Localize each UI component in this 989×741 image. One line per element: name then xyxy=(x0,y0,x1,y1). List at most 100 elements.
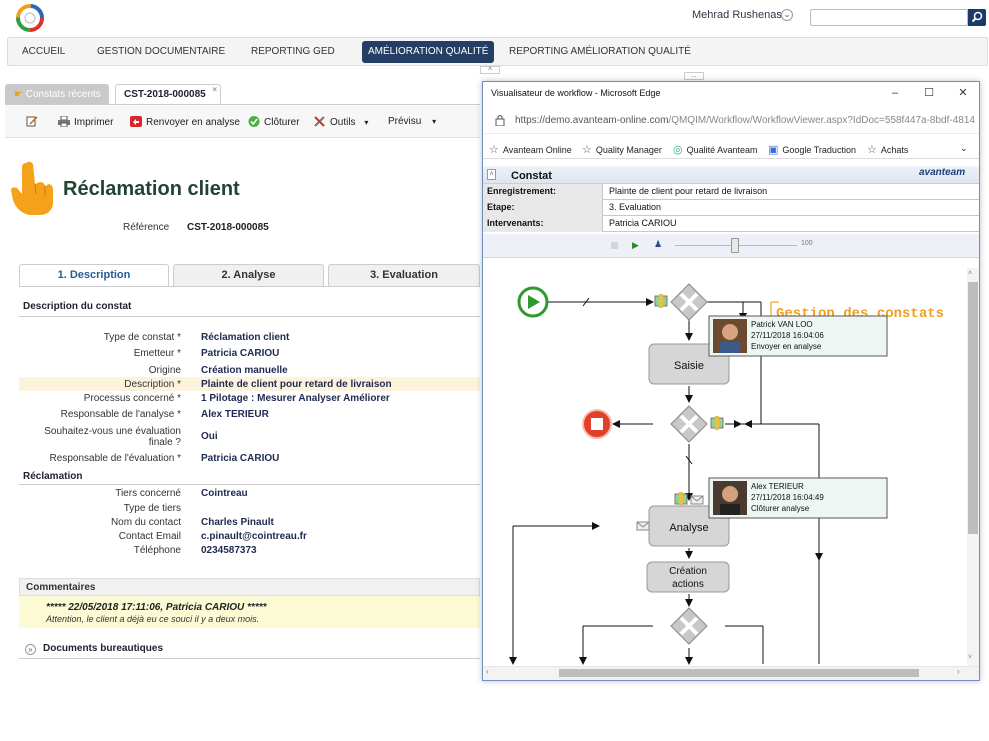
tab-current-document[interactable]: CST-2018-000085 × xyxy=(115,84,221,105)
field-label: Tiers concerné xyxy=(115,488,181,499)
stop-icon[interactable] xyxy=(611,242,618,249)
step-creation-actions[interactable]: Création actions xyxy=(646,561,730,593)
tab-evaluation[interactable]: 3. Evaluation xyxy=(328,264,480,286)
app-logo[interactable] xyxy=(16,4,44,32)
info-value: Plainte de client pour retard de livrais… xyxy=(609,186,768,196)
gateway-node[interactable] xyxy=(670,283,708,321)
star-icon: ☆ xyxy=(867,144,877,156)
check-icon xyxy=(248,116,260,127)
favorite-item[interactable]: ☆ Achats xyxy=(867,143,908,156)
printer-icon xyxy=(58,116,70,127)
expand-icon[interactable]: » xyxy=(25,644,36,655)
favorite-item[interactable]: ☆ Avanteam Online xyxy=(489,143,572,156)
horizontal-scroll-thumb[interactable] xyxy=(559,669,919,677)
favorite-item[interactable]: ▣ Google Traduction xyxy=(768,143,856,156)
field-label: Type de tiers xyxy=(123,503,181,514)
window-titlebar[interactable]: Visualisateur de workflow - Microsoft Ed… xyxy=(483,82,979,104)
scroll-left-icon[interactable]: ‹ xyxy=(486,667,489,676)
person-icon[interactable]: ♟ xyxy=(654,239,662,250)
field-label: Emetteur * xyxy=(133,348,181,359)
field-value: Cointreau xyxy=(201,488,248,499)
close-case-button[interactable]: Clôturer xyxy=(248,116,300,128)
collapse-icon[interactable]: ˄ xyxy=(487,169,496,180)
mail-icon[interactable] xyxy=(690,495,704,505)
section-title-documents[interactable]: Documents bureautiques xyxy=(43,643,163,654)
start-node[interactable] xyxy=(517,286,549,318)
tab-constats-recents[interactable]: ☛ Constats récents xyxy=(5,84,109,105)
field-label: Origine xyxy=(148,365,181,376)
reference-value: CST-2018-000085 xyxy=(187,222,269,233)
nav-item-accueil[interactable]: ACCUEIL xyxy=(16,41,71,63)
comments-header: Commentaires xyxy=(19,578,480,596)
zoom-slider-handle[interactable] xyxy=(730,238,739,253)
lock-icon xyxy=(495,115,505,126)
close-window-button[interactable]: ✕ xyxy=(956,86,970,100)
vertical-scroll-thumb[interactable] xyxy=(968,282,978,534)
preview-menu[interactable]: Prévisu ▾ xyxy=(388,116,436,127)
url-text: https://demo.avanteam-online.com/QMQIM/W… xyxy=(515,115,975,126)
nav-item-reporting-amelioration-qualite[interactable]: REPORTING AMÉLIORATION QUALITÉ xyxy=(503,41,697,63)
user-name[interactable]: Mehrad Rushenas xyxy=(692,9,782,21)
address-bar[interactable]: https://demo.avanteam-online.com/QMQIM/W… xyxy=(483,107,979,134)
scroll-up-icon[interactable]: ˄ xyxy=(968,270,972,277)
attachment-icon[interactable] xyxy=(654,294,668,308)
minimize-button[interactable]: – xyxy=(888,86,902,100)
print-button[interactable]: Imprimer xyxy=(58,116,113,128)
close-icon[interactable]: × xyxy=(212,80,217,100)
workflow-viewer-window: Visualisateur de workflow - Microsoft Ed… xyxy=(482,81,980,681)
gateway-node[interactable] xyxy=(670,405,708,443)
nav-item-amelioration-qualite[interactable]: AMÉLIORATION QUALITÉ xyxy=(362,41,495,63)
stop-node[interactable] xyxy=(582,409,612,439)
favorite-label: Google Traduction xyxy=(782,145,856,155)
divider xyxy=(19,484,480,485)
comment-text: Attention, le client a déjà eu ce souci … xyxy=(46,614,260,624)
gateway-node[interactable] xyxy=(670,607,708,645)
collapse-panel-button[interactable]: ‥ xyxy=(684,72,704,80)
url-host: https://demo.avanteam-online.com xyxy=(515,115,669,126)
field-label: Téléphone xyxy=(133,545,181,556)
maximize-button[interactable]: ☐ xyxy=(922,86,936,100)
collapse-header-button[interactable]: ˄ xyxy=(480,66,500,74)
panel-header xyxy=(483,166,979,184)
step-label: actions xyxy=(672,579,704,590)
play-icon[interactable]: ▶ xyxy=(632,240,639,251)
tab-description[interactable]: 1. Description xyxy=(19,264,169,286)
info-label: Enregistrement: xyxy=(487,186,557,196)
chevron-down-icon[interactable]: ⌄ xyxy=(781,9,793,21)
tab-analyse[interactable]: 2. Analyse xyxy=(173,264,324,286)
nav-item-reporting-ged[interactable]: REPORTING GED xyxy=(245,41,341,63)
nav-item-gestion-documentaire[interactable]: GESTION DOCUMENTAIRE xyxy=(91,41,231,63)
globe-icon: ◎ xyxy=(673,144,683,156)
field-value: Patricia CARIOU xyxy=(201,348,280,359)
edit-button[interactable] xyxy=(26,116,42,128)
search-input[interactable] xyxy=(810,9,968,26)
workflow-controls: ▶ ♟ xyxy=(483,234,979,258)
history-card[interactable]: Alex TERIEUR 27/11/2018 16:04:49 Clôture… xyxy=(708,477,888,519)
favorite-label: Avanteam Online xyxy=(502,145,572,155)
field-value: Réclamation client xyxy=(201,332,290,343)
info-value: 3. Evaluation xyxy=(609,202,662,212)
window-title: Visualisateur de workflow - Microsoft Ed… xyxy=(491,88,661,98)
search-button[interactable] xyxy=(968,9,986,26)
close-case-label: Clôturer xyxy=(264,117,300,128)
step-label: Création xyxy=(669,566,707,577)
attachment-icon[interactable] xyxy=(710,416,724,430)
favorite-label: Qualité Avanteam xyxy=(686,145,758,155)
attachment-icon[interactable] xyxy=(674,492,688,506)
scroll-down-icon[interactable]: ˅ xyxy=(968,654,972,661)
workflow-diagram: Gestion des constats Saisie Analyse Créa… xyxy=(483,260,967,666)
favorite-item[interactable]: ☆ Quality Manager xyxy=(582,143,662,156)
main-nav: ACCUEIL GESTION DOCUMENTAIRE REPORTING G… xyxy=(7,37,988,66)
scroll-right-icon[interactable]: › xyxy=(957,667,960,676)
tools-menu[interactable]: Outils ▾ xyxy=(314,116,368,128)
history-card[interactable]: Patrick VAN LOO 27/11/2018 16:04:06 Envo… xyxy=(708,315,888,357)
resend-analysis-button[interactable]: Renvoyer en analyse xyxy=(130,116,240,128)
favorite-item[interactable]: ◎ Qualité Avanteam xyxy=(673,143,758,156)
chevron-down-icon[interactable]: ⌄ xyxy=(960,143,968,154)
field-value: Patricia CARIOU xyxy=(201,453,280,464)
star-icon: ☆ xyxy=(582,144,592,156)
toolbar: Imprimer Renvoyer en analyse Clôturer Ou… xyxy=(5,105,480,138)
mail-icon[interactable] xyxy=(636,521,650,531)
tools-label: Outils xyxy=(330,117,356,128)
step-label: Analyse xyxy=(669,522,708,534)
